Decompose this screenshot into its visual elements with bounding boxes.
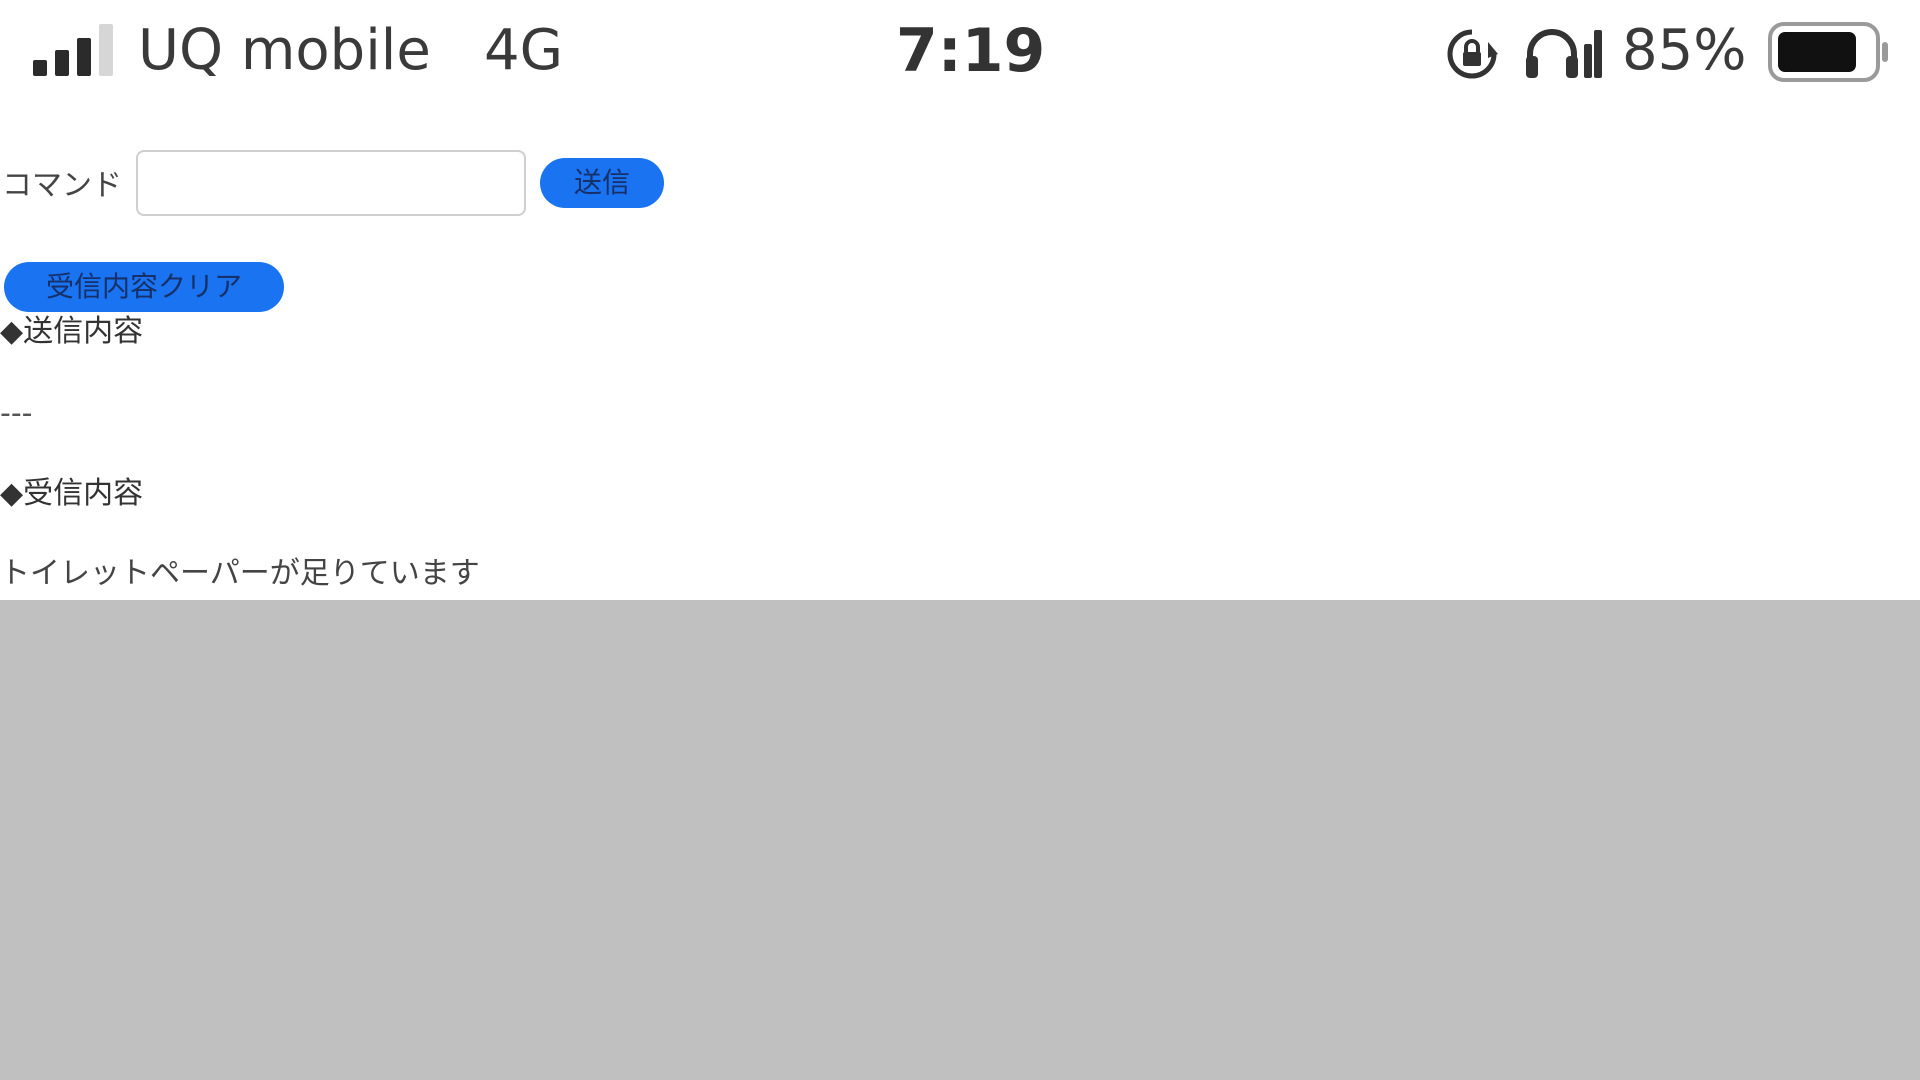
clear-received-button[interactable]: 受信内容クリア bbox=[4, 262, 284, 312]
sent-section-body: --- bbox=[0, 396, 33, 431]
received-message: トイレットペーパーが足りています bbox=[0, 556, 480, 591]
network-type: 4G bbox=[484, 18, 564, 83]
carrier-name: UQ mobile bbox=[138, 18, 431, 83]
rotation-lock-icon bbox=[1447, 29, 1498, 79]
headphone-icon bbox=[1526, 29, 1602, 78]
signal-icon bbox=[33, 24, 113, 76]
page-content: コマンド 送信 受信内容クリア ◆送信内容 --- ◆受信内容 トイレットペーパ… bbox=[0, 110, 1920, 600]
battery-icon bbox=[1768, 22, 1888, 82]
send-button[interactable]: 送信 bbox=[540, 158, 664, 208]
empty-gray-area bbox=[0, 600, 1920, 1080]
phone-screen: UQ mobile 4G 7:19 85% コマンド 送信 受信内容クリア ◆送… bbox=[0, 0, 1920, 1080]
command-label: コマンド bbox=[2, 168, 122, 203]
received-section-heading: ◆受信内容 bbox=[0, 476, 144, 511]
command-row: コマンド 送信 受信内容クリア bbox=[0, 150, 900, 312]
status-bar: UQ mobile 4G 7:19 85% bbox=[0, 0, 1920, 110]
status-time: 7:19 bbox=[896, 16, 1046, 86]
sent-section-heading: ◆送信内容 bbox=[0, 314, 144, 349]
command-input[interactable] bbox=[136, 150, 526, 216]
battery-percentage: 85% bbox=[1622, 18, 1747, 83]
